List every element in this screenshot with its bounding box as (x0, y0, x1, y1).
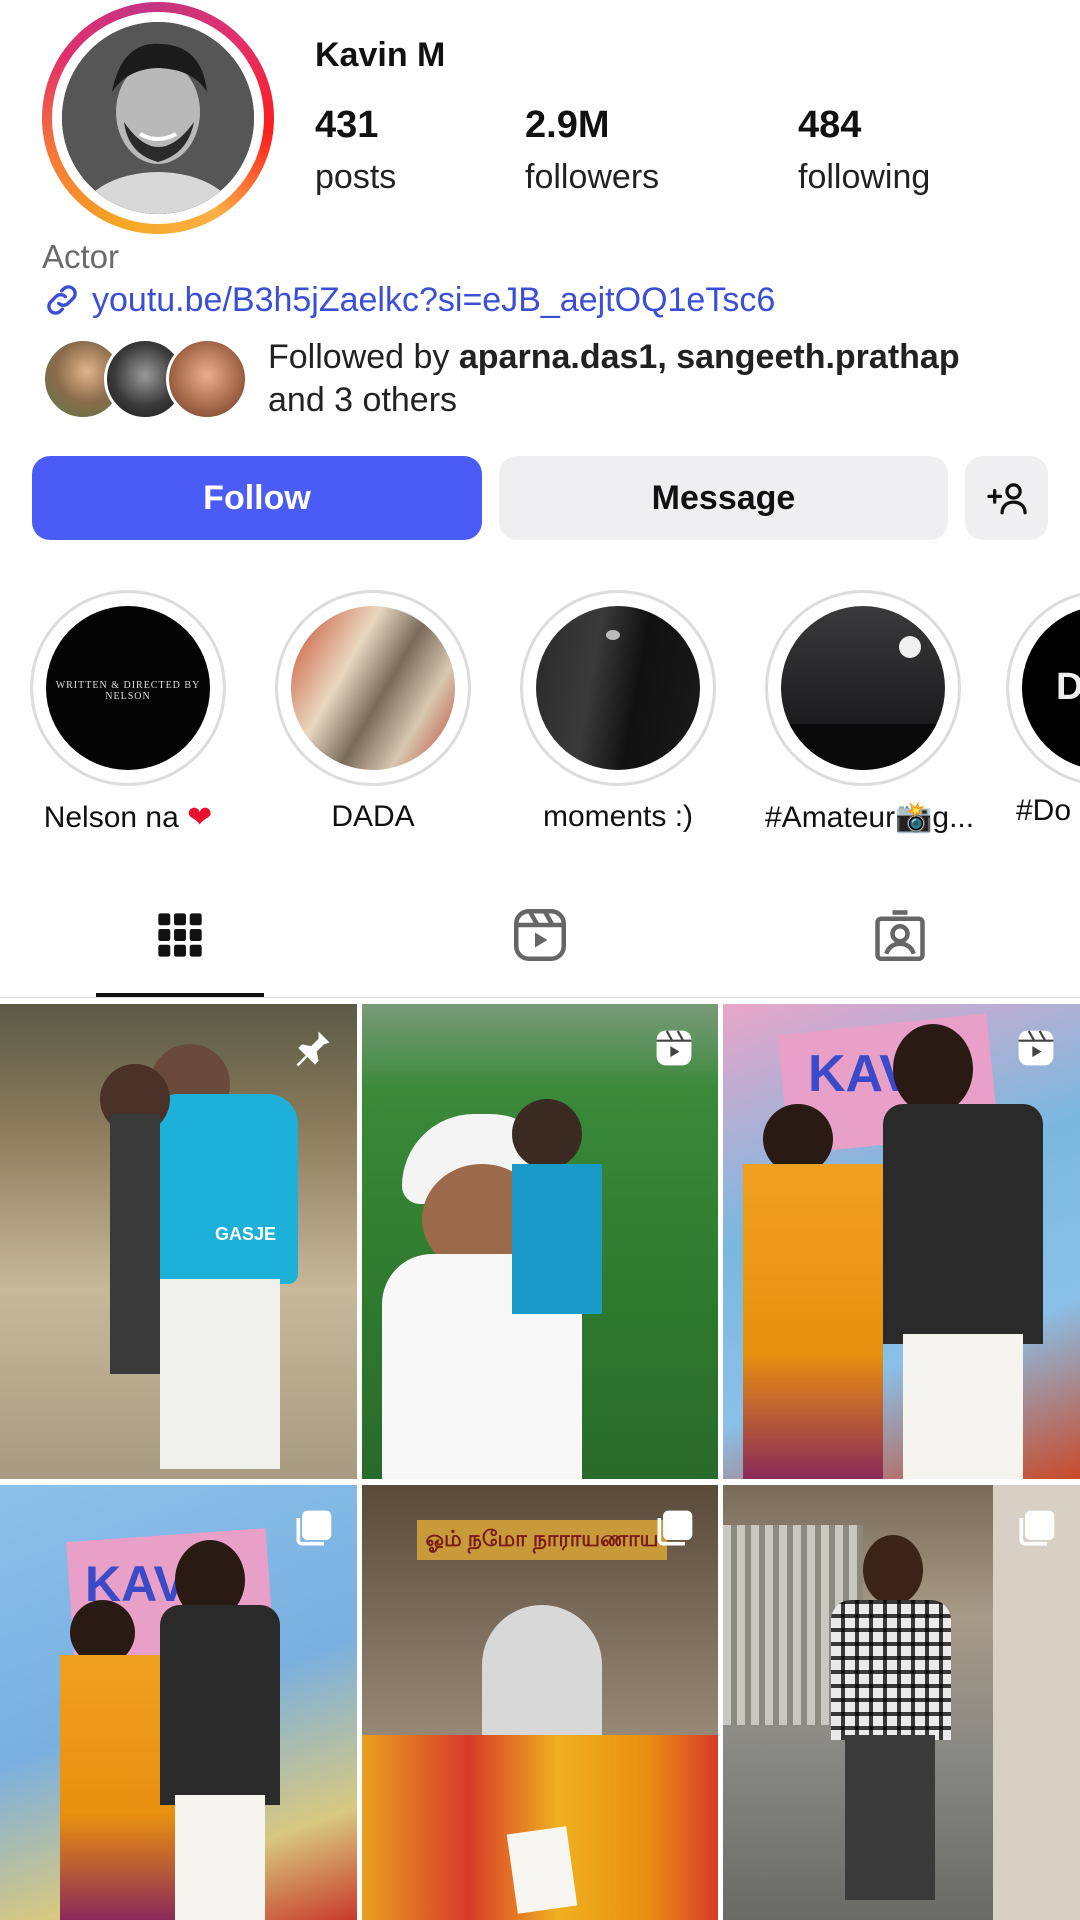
profile-username: Kavin M (315, 36, 446, 74)
highlight-ring (275, 590, 471, 786)
person-add-icon (986, 483, 1027, 515)
highlight-label: #Amateur📸g... (765, 801, 975, 834)
post-thumbnail[interactable]: GASJE (0, 1004, 357, 1479)
highlight-ring: DO (1006, 590, 1080, 786)
carousel-icon (657, 1510, 693, 1546)
followed-by-prefix: Followed by (268, 338, 459, 376)
person-shirt (148, 1094, 298, 1284)
highlight-item[interactable]: WRITTEN & DIRECTED BY NELSON Nelson na ❤ (30, 590, 226, 835)
followed-by-suffix: and 3 others (268, 381, 458, 419)
post-thumbnail[interactable] (723, 1485, 1080, 1920)
shirt-text: GASJE (215, 1224, 277, 1244)
post-thumbnail[interactable]: KAVIN (723, 1004, 1080, 1479)
post-thumbnail[interactable]: ஓம் நமோ நாராயணாய (362, 1485, 718, 1920)
person-dhoti (175, 1795, 265, 1920)
moon-shape (606, 630, 620, 640)
tab-reels[interactable] (495, 900, 585, 970)
mutual-avatar (166, 338, 248, 420)
follow-button[interactable]: Follow (32, 456, 482, 540)
followed-by-text[interactable]: Followed by aparna.das1, sangeeth.pratha… (268, 336, 1058, 422)
message-button[interactable]: Message (499, 456, 948, 540)
carousel-icon (296, 1510, 332, 1546)
person-saree (743, 1164, 883, 1479)
reel-icon (656, 1030, 692, 1066)
highlight-label: DADA (331, 800, 415, 833)
reel-icon (1018, 1030, 1054, 1066)
pin-icon (296, 1031, 330, 1067)
person-dhoti (903, 1334, 1023, 1479)
highlight-label-text: Nelson na (43, 801, 179, 834)
person-shirt (831, 1600, 951, 1740)
highlight-label: #Do (1016, 794, 1072, 827)
grid-icon (158, 913, 202, 957)
person-pants (160, 1279, 280, 1469)
followers-count[interactable]: 2.9M (525, 104, 609, 147)
following-count[interactable]: 484 (798, 104, 861, 147)
carousel-icon (1019, 1510, 1055, 1546)
person-body (110, 1114, 160, 1374)
tab-tagged[interactable] (855, 900, 945, 970)
reels-icon (514, 909, 566, 961)
posts-label[interactable]: posts (315, 158, 396, 197)
highlight-item[interactable]: DADA (275, 590, 471, 834)
highlight-cover (781, 606, 945, 770)
temple-sign: ஓம் நமோ நாராயணாய (417, 1520, 667, 1560)
posts-count[interactable]: 431 (315, 104, 378, 147)
highlight-item[interactable]: moments :) (520, 590, 716, 834)
profile-bio: Actor (42, 238, 120, 275)
certificate (506, 1826, 578, 1914)
link-icon (47, 285, 77, 315)
highlight-item[interactable]: DO #Do (1006, 590, 1080, 850)
moon-shape (899, 636, 921, 658)
person-body (512, 1164, 602, 1314)
followed-by-names: aparna.das1, sangeeth.prathap (458, 338, 960, 376)
tree-silhouette (781, 724, 945, 770)
highlight-cover-text: WRITTEN & DIRECTED BY NELSON (55, 680, 201, 702)
highlight-cover (291, 606, 455, 770)
person-shirt (160, 1605, 280, 1805)
mutual-followers-avatars[interactable] (42, 338, 252, 420)
following-label[interactable]: following (798, 158, 930, 197)
heart-icon: ❤ (187, 801, 213, 834)
tagged-person-icon (875, 910, 925, 961)
highlight-ring (765, 590, 961, 786)
person-head (512, 1099, 582, 1169)
profile-avatar[interactable] (62, 22, 254, 214)
highlight-label: moments :) (542, 800, 694, 833)
highlight-cover: WRITTEN & DIRECTED BY NELSON (46, 606, 210, 770)
highlight-cover (536, 606, 700, 770)
person-pants (845, 1735, 935, 1900)
post-thumbnail[interactable]: KAVIN (0, 1485, 357, 1920)
followers-label[interactable]: followers (525, 158, 659, 197)
tab-divider (0, 997, 1080, 998)
person-head (863, 1535, 923, 1605)
person-head (893, 1024, 973, 1114)
highlight-ring: WRITTEN & DIRECTED BY NELSON (30, 590, 226, 786)
profile-link-text[interactable]: youtu.be/B3h5jZaelkc?si=eJB_aejtOQ1eTsc6 (92, 281, 775, 320)
highlight-cover: DO (1022, 606, 1080, 770)
post-thumbnail[interactable] (362, 1004, 718, 1479)
profile-link[interactable]: youtu.be/B3h5jZaelkc?si=eJB_aejtOQ1eTsc6 (42, 280, 775, 320)
avatar-photo (62, 22, 254, 214)
person-shirt (883, 1104, 1043, 1344)
highlight-label: Nelson na ❤ (30, 800, 226, 835)
highlight-ring (520, 590, 716, 786)
highlight-cover-text: DO (1056, 666, 1080, 708)
tab-posts-grid[interactable] (135, 900, 225, 970)
suggest-people-button[interactable] (965, 456, 1048, 540)
highlight-item[interactable]: #Amateur📸g... (765, 590, 975, 835)
